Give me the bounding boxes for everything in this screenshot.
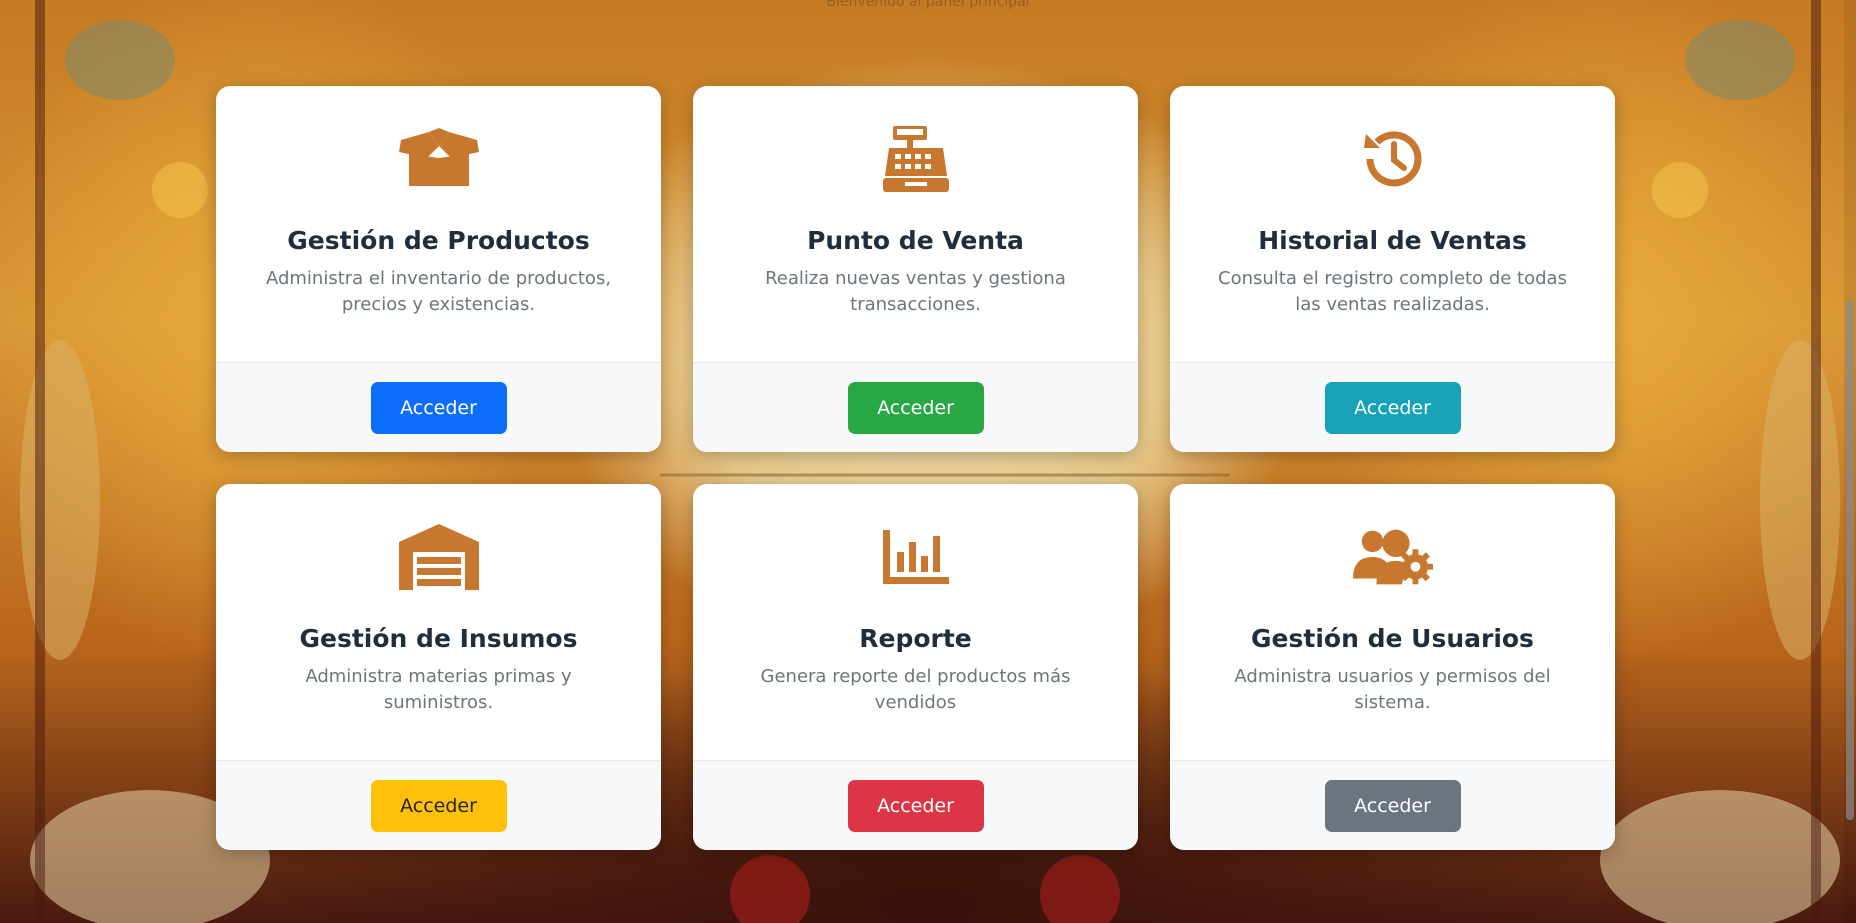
card-title: Historial de Ventas [1258,226,1527,255]
page-subtitle: Bienvenido al panel principal [826,0,1030,10]
card-footer: Acceder [216,362,661,452]
acceder-reporte-button[interactable]: Acceder [847,779,984,832]
acceder-productos-button[interactable]: Acceder [370,381,507,434]
card-footer: Acceder [693,362,1138,452]
card-description: Administra materias primas y suministros… [305,666,572,713]
card-title: Gestión de Usuarios [1251,624,1534,653]
card-description: Genera reporte del productos más vendido… [760,666,1071,713]
card-punto-de-venta: Punto de Venta Realiza nuevas ventas y g… [693,86,1138,452]
card-reporte: Reporte Genera reporte del productos más… [693,484,1138,850]
card-description: Realiza nuevas ventas y gestiona transac… [765,268,1066,315]
card-title: Punto de Venta [807,226,1024,255]
scrollbar-thumb[interactable] [1846,300,1854,820]
module-card-grid: Gestión de Productos Administra el inven… [216,86,1615,850]
card-insumos: Gestión de Insumos Administra materias p… [216,484,661,850]
cash-register-icon [876,126,956,192]
card-footer: Acceder [216,760,661,850]
page-scrollbar[interactable] [1844,0,1856,923]
card-title: Gestión de Insumos [299,624,578,653]
card-productos: Gestión de Productos Administra el inven… [216,86,661,452]
card-description: Administra usuarios y permisos del siste… [1234,666,1551,713]
chart-bar-icon [876,524,956,590]
card-description: Administra el inventario de productos, p… [265,268,612,315]
card-footer: Acceder [693,760,1138,850]
acceder-historial-button[interactable]: Acceder [1324,381,1461,434]
box-open-icon [398,126,479,192]
warehouse-icon [398,524,479,590]
users-cog-icon [1352,524,1433,590]
card-description: Consulta el registro completo de todas l… [1218,268,1567,315]
card-footer: Acceder [1170,760,1615,850]
card-usuarios: Gestión de Usuarios Administra usuarios … [1170,484,1615,850]
card-footer: Acceder [1170,362,1615,452]
acceder-insumos-button[interactable]: Acceder [370,779,507,832]
card-historial: Historial de Ventas Consulta el registro… [1170,86,1615,452]
acceder-punto-de-venta-button[interactable]: Acceder [847,381,984,434]
history-icon [1353,126,1433,192]
card-title: Reporte [859,624,972,653]
acceder-usuarios-button[interactable]: Acceder [1324,779,1461,832]
card-title: Gestión de Productos [287,226,590,255]
